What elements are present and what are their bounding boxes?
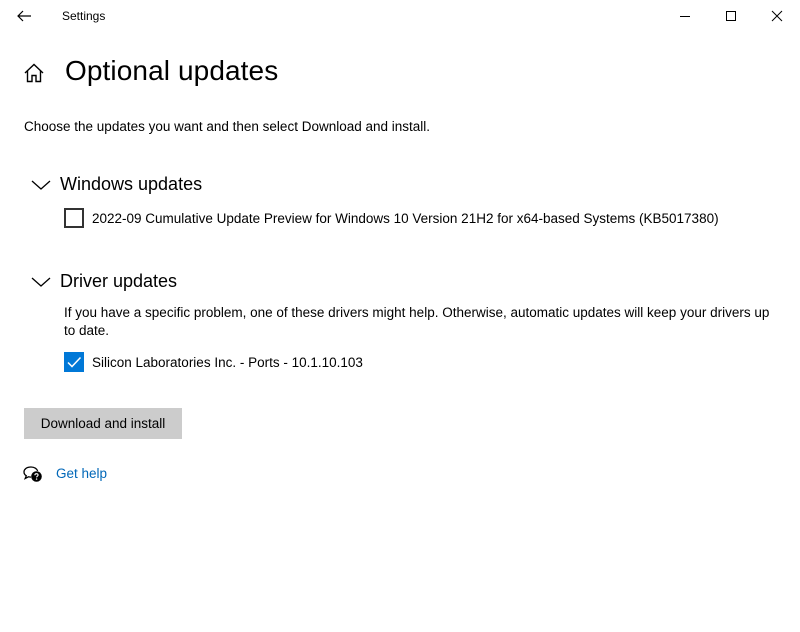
driver-updates-description: If you have a specific problem, one of t…: [64, 305, 770, 338]
maximize-icon: [726, 11, 736, 21]
home-icon: [24, 63, 44, 83]
get-help-link[interactable]: Get help: [56, 466, 107, 481]
minimize-icon: [680, 16, 690, 17]
driver-updates-title: Driver updates: [60, 271, 178, 291]
get-help-icon-wrap[interactable]: [23, 465, 43, 483]
windows-updates-header[interactable]: Windows updates: [30, 174, 202, 195]
home-button[interactable]: [22, 61, 46, 85]
driver-update-label: Silicon Laboratories Inc. - Ports - 10.1…: [92, 354, 363, 370]
app-title: Settings: [62, 9, 106, 23]
chevron-down-icon: [31, 180, 51, 190]
windows-update-checkbox[interactable]: [64, 208, 84, 228]
intro-text: Choose the updates you want and then sel…: [24, 119, 431, 134]
close-icon: [771, 10, 783, 22]
windows-updates-title: Windows updates: [60, 174, 203, 194]
checkmark-icon: [67, 356, 82, 368]
chevron-down-icon: [31, 277, 51, 287]
title-bar: Settings: [0, 0, 800, 32]
page-title: Optional updates: [65, 55, 279, 86]
download-and-install-button[interactable]: Download and install: [24, 408, 182, 439]
driver-update-checkbox[interactable]: [64, 352, 84, 372]
back-arrow-icon: [17, 10, 31, 22]
help-chat-icon: [23, 466, 42, 482]
windows-update-label: 2022-09 Cumulative Update Preview for Wi…: [92, 210, 719, 226]
driver-updates-header[interactable]: Driver updates: [30, 271, 177, 292]
windows-update-item[interactable]: 2022-09 Cumulative Update Preview for Wi…: [64, 208, 719, 228]
back-button[interactable]: [8, 2, 40, 30]
close-button[interactable]: [754, 0, 800, 32]
minimize-button[interactable]: [662, 0, 708, 32]
driver-update-item[interactable]: Silicon Laboratories Inc. - Ports - 10.1…: [64, 352, 363, 372]
maximize-button[interactable]: [708, 0, 754, 32]
